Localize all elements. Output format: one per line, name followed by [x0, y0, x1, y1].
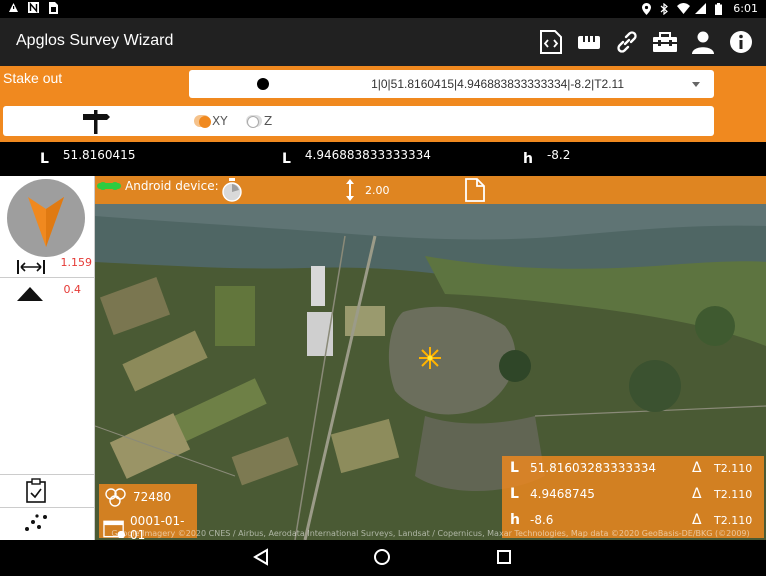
delta-icon: Δ [692, 512, 702, 528]
map-toolbar: Android device: 2.00 [95, 176, 766, 204]
stakeout-mode-row: XY Z [3, 106, 714, 136]
toggle-icon [194, 115, 211, 128]
bluetooth-icon [659, 2, 669, 15]
signpost-icon[interactable] [81, 108, 111, 138]
stakeout-label: Stake out [3, 70, 63, 86]
position-marker-icon [419, 347, 441, 369]
map-attribution: Google Imagery ©2020 CNES / Airbus, Aero… [111, 529, 750, 538]
app-title: Apglos Survey Wizard [16, 32, 174, 49]
device-status-icon [97, 182, 121, 190]
timer-icon[interactable] [221, 178, 243, 202]
delta-icon: Δ [692, 486, 702, 502]
current-lon-label: L [510, 486, 519, 502]
clock: 6:01 [733, 2, 758, 15]
horizontal-distance-value: 1.159 [60, 256, 93, 269]
warning-icon [8, 2, 18, 14]
target-h-label: h [523, 151, 533, 167]
satellite-count: 72480 [133, 490, 172, 504]
n-icon [28, 2, 39, 14]
file-icon[interactable] [464, 177, 486, 203]
clipboard-icon [26, 478, 46, 503]
mode-z-radio[interactable]: Z [246, 114, 272, 128]
current-lon-code: T2.110 [714, 487, 753, 501]
up-triangle-icon [17, 287, 43, 301]
current-lon-row: L 4.9468745 Δ T2.110 [510, 486, 760, 502]
current-lat-label: L [510, 460, 519, 476]
current-h-value: -8.6 [530, 513, 554, 527]
app-bar: Apglos Survey Wizard [0, 18, 766, 66]
wifi-icon [677, 2, 691, 15]
current-lat-row: L 51.81603283333334 Δ T2.110 [510, 460, 760, 476]
satellite-count-box: 72480 [99, 484, 197, 510]
battery-icon [713, 2, 723, 15]
location-icon [641, 2, 651, 15]
stakeout-panel: Stake out 1|0|51.8160415|4.9468838333333… [0, 66, 766, 142]
delta-icon: Δ [692, 460, 702, 476]
point-select[interactable]: 1|0|51.8160415|4.946883833333334|-8.2|T2… [189, 70, 714, 98]
toggle-icon [246, 115, 262, 128]
target-h-value: -8.2 [546, 148, 571, 162]
horizontal-distance-row: 1.159 [0, 256, 95, 278]
system-nav-bar [0, 540, 766, 576]
user-icon[interactable] [690, 27, 716, 57]
device-indicator: Android device: [97, 179, 219, 193]
current-lon-value: 4.9468745 [530, 487, 595, 501]
dropdown-arrow-icon [692, 82, 700, 87]
current-h-row: h -8.6 Δ T2.110 [510, 512, 760, 528]
sim-icon [48, 2, 58, 14]
satellites-icon [105, 488, 126, 507]
points-button[interactable] [0, 507, 95, 540]
vertical-distance-row: 0.4 [0, 280, 95, 302]
signal-icon [695, 2, 707, 15]
mode-xy-radio[interactable]: XY [194, 114, 228, 128]
code-file-icon[interactable] [538, 27, 564, 57]
current-position-box: L 51.81603283333334 Δ T2.110 L 4.9468745… [502, 456, 764, 538]
point-select-value: 1|0|51.8160415|4.946883833333334|-8.2|T2… [371, 77, 624, 91]
current-lat-value: 51.81603283333334 [530, 461, 656, 475]
ruler-icon[interactable] [576, 27, 602, 57]
antenna-height-value: 2.00 [365, 183, 390, 197]
point-marker-icon [257, 78, 269, 90]
mode-xy-label: XY [212, 114, 228, 128]
target-coordinates-bar: L 51.8160415 L 4.946883833333334 h -8.2 [0, 142, 766, 176]
link-icon[interactable] [614, 27, 640, 57]
antenna-height[interactable]: 2.00 [345, 178, 390, 202]
home-icon[interactable] [373, 548, 391, 566]
back-icon[interactable] [253, 548, 269, 566]
current-lat-code: T2.110 [714, 461, 753, 475]
target-lat-label: L [40, 151, 49, 167]
scatter-points-icon [25, 514, 47, 531]
satellite-map[interactable]: Android device: 2.00 72480 0001-01-01 L … [95, 176, 766, 540]
horizontal-distance-icon [17, 260, 45, 274]
compass-icon [7, 179, 85, 257]
status-bar: 6:01 [0, 0, 766, 18]
toolbox-icon[interactable] [652, 27, 678, 57]
clipboard-button[interactable] [0, 474, 95, 506]
mode-z-label: Z [264, 114, 273, 128]
current-h-code: T2.110 [714, 513, 753, 527]
vertical-distance-value: 0.4 [63, 283, 82, 296]
info-icon[interactable] [728, 27, 754, 57]
current-h-label: h [510, 512, 520, 528]
recents-icon[interactable] [496, 548, 512, 566]
target-lon-label: L [282, 151, 291, 167]
navigation-panel: 1.159 0.4 [0, 176, 95, 540]
target-lon-value: 4.946883833333334 [304, 148, 431, 162]
device-label: Android device: [125, 179, 219, 193]
height-arrows-icon [346, 179, 354, 201]
target-lat-value: 51.8160415 [62, 148, 136, 162]
